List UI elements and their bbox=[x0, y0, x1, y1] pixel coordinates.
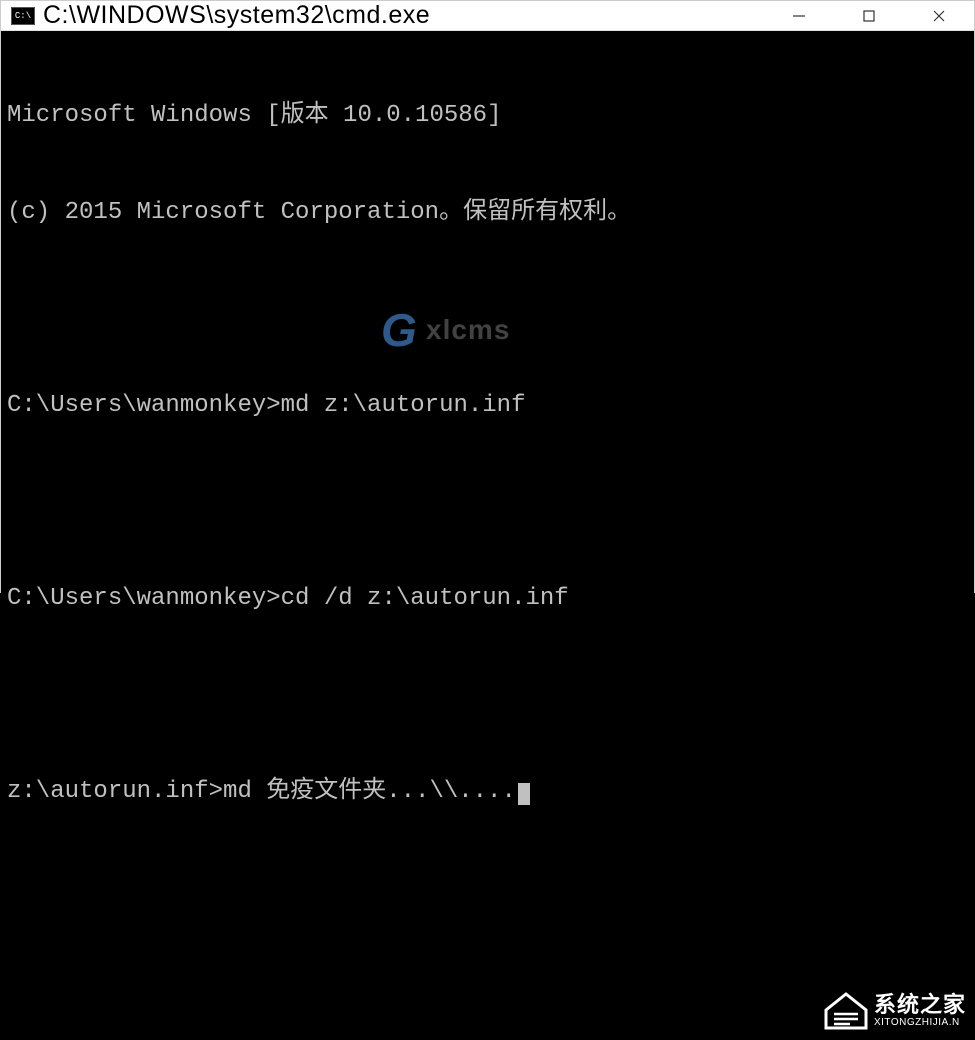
console-line: z:\autorun.inf>md 免疫文件夹...\\.... bbox=[7, 776, 968, 808]
cmd-icon: C:\ bbox=[11, 7, 35, 25]
cursor-icon bbox=[518, 783, 530, 805]
logo-sub-text: XITONGZHIJIA.N bbox=[874, 1017, 966, 1028]
console-line bbox=[7, 294, 968, 325]
console-area[interactable]: Microsoft Windows [版本 10.0.10586] (c) 20… bbox=[1, 31, 974, 1040]
cmd-window: C:\ C:\WINDOWS\system32\cmd.exe Microsof… bbox=[0, 0, 975, 593]
console-line: C:\Users\wanmonkey>md z:\autorun.inf bbox=[7, 390, 968, 422]
console-line bbox=[7, 680, 968, 711]
window-controls bbox=[764, 1, 974, 30]
close-button[interactable] bbox=[904, 1, 974, 30]
console-line: C:\Users\wanmonkey>cd /d z:\autorun.inf bbox=[7, 583, 968, 615]
bottom-logo: 系统之家 XITONGZHIJIA.N bbox=[822, 990, 966, 1032]
maximize-button[interactable] bbox=[834, 1, 904, 30]
titlebar[interactable]: C:\ C:\WINDOWS\system32\cmd.exe bbox=[1, 1, 974, 31]
window-title: C:\WINDOWS\system32\cmd.exe bbox=[43, 1, 764, 30]
logo-main-text: 系统之家 bbox=[874, 993, 966, 1017]
console-line: (c) 2015 Microsoft Corporation。保留所有权利。 bbox=[7, 197, 968, 229]
house-icon bbox=[822, 990, 870, 1032]
console-line bbox=[7, 487, 968, 518]
minimize-button[interactable] bbox=[764, 1, 834, 30]
console-line: Microsoft Windows [版本 10.0.10586] bbox=[7, 100, 968, 132]
